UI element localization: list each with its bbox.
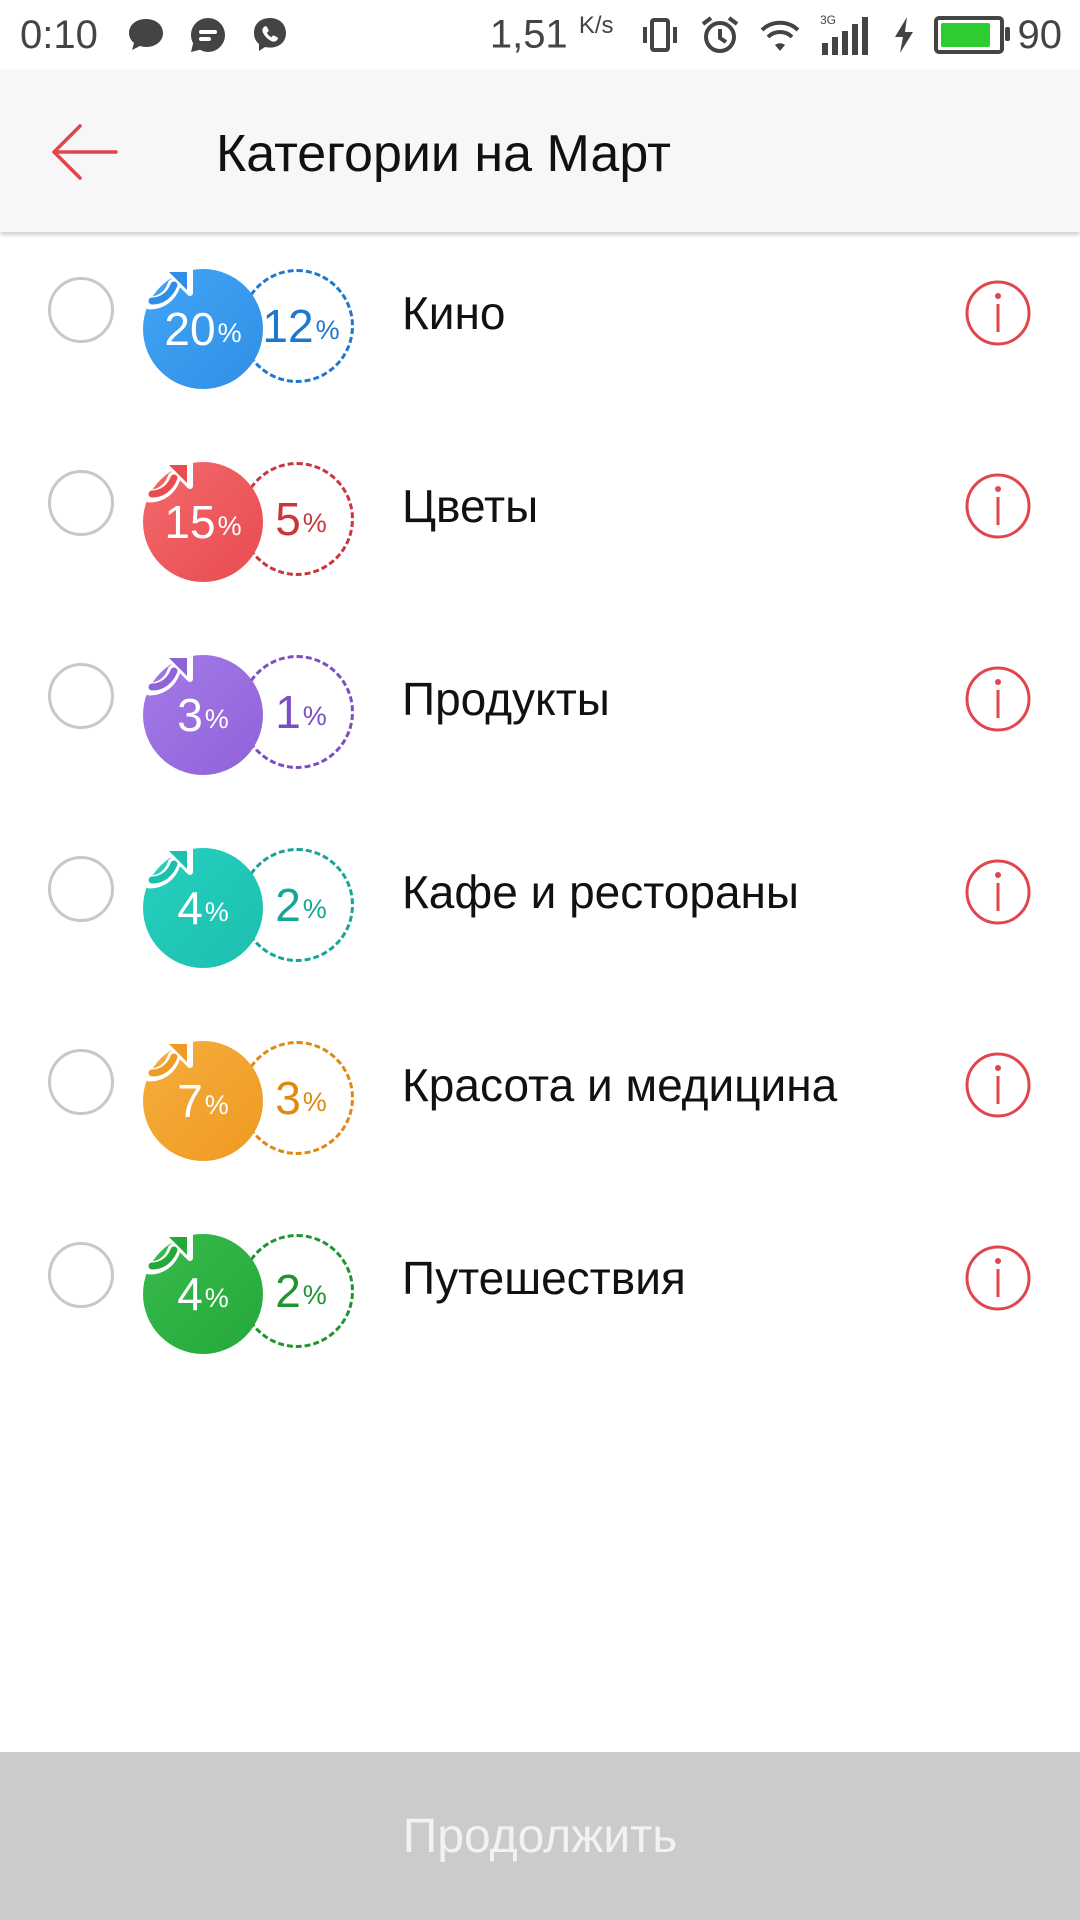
app-bar: Категории на Март	[0, 70, 1080, 232]
category-radio[interactable]	[48, 1049, 114, 1115]
cashback-badge: 3% 7%	[143, 1038, 355, 1163]
percent-sign: %	[204, 896, 229, 927]
info-icon	[965, 1052, 1031, 1118]
percent-sign: %	[302, 893, 327, 924]
chat-bubble-icon	[124, 13, 168, 57]
secondary-percent-value: 5	[275, 493, 301, 545]
trend-up-arrow-icon	[143, 652, 193, 696]
info-button[interactable]	[964, 279, 1032, 347]
secondary-percent-value: 1	[275, 686, 301, 738]
info-icon	[965, 666, 1031, 732]
category-name: Кафе и рестораны	[402, 866, 799, 918]
percent-sign: %	[302, 1086, 327, 1117]
battery-level: 90	[1017, 12, 1063, 57]
cashback-badge: 12% 20%	[143, 266, 355, 391]
info-icon	[965, 859, 1031, 925]
battery-icon	[933, 16, 1010, 54]
cashback-badge: 2% 4%	[143, 845, 355, 970]
vibrate-icon	[638, 13, 682, 57]
trend-up-arrow-icon	[143, 459, 193, 503]
percent-sign: %	[315, 314, 340, 345]
category-radio[interactable]	[48, 277, 114, 343]
secondary-percent-value: 2	[275, 1265, 301, 1317]
secondary-percent-value: 2	[275, 879, 301, 931]
percent-sign: %	[302, 507, 327, 538]
category-name: Кино	[402, 287, 506, 339]
info-button[interactable]	[964, 858, 1032, 926]
percent-sign: %	[217, 317, 242, 348]
speed-unit: K/s	[578, 12, 614, 40]
back-button[interactable]	[44, 112, 124, 192]
wifi-icon	[758, 13, 802, 57]
battery-fill	[940, 23, 991, 47]
category-name: Цветы	[402, 480, 539, 532]
category-name: Красота и медицина	[402, 1059, 838, 1111]
category-row[interactable]: 2% 4% Путешествия	[0, 1197, 1080, 1357]
category-radio[interactable]	[48, 470, 114, 536]
status-time: 0:10	[20, 12, 98, 57]
category-row[interactable]: 1% 3% Продукты	[0, 618, 1080, 778]
cellular-signal-icon: 3G	[818, 13, 874, 57]
continue-button[interactable]: Продолжить	[0, 1752, 1080, 1920]
page-title: Категории на Март	[216, 125, 671, 183]
percent-sign: %	[204, 703, 229, 734]
category-row[interactable]: 3% 7% Красота и медицина	[0, 1004, 1080, 1164]
category-radio[interactable]	[48, 663, 114, 729]
alarm-icon	[698, 13, 742, 57]
info-icon	[965, 1245, 1031, 1311]
category-row[interactable]: 5% 15% Цветы	[0, 425, 1080, 585]
secondary-percent-value: 3	[275, 1072, 301, 1124]
secondary-percent-value: 12	[262, 300, 314, 352]
charging-bolt-icon	[890, 13, 918, 57]
status-bar: 0:10 1,51 K/s 3G 90	[0, 0, 1080, 70]
cashback-badge: 5% 15%	[143, 459, 355, 584]
info-button[interactable]	[964, 1244, 1032, 1312]
category-radio[interactable]	[48, 856, 114, 922]
trend-up-arrow-icon	[143, 266, 193, 310]
speed-value: 1,51	[489, 12, 568, 57]
info-button[interactable]	[964, 1051, 1032, 1119]
network-speed: 1,51 K/s	[490, 12, 614, 57]
trend-up-arrow-icon	[143, 1231, 193, 1275]
category-row[interactable]: 12% 20% Кино	[0, 232, 1080, 392]
category-name: Путешествия	[402, 1252, 686, 1304]
percent-sign: %	[204, 1089, 229, 1120]
info-icon	[965, 280, 1031, 346]
percent-sign: %	[204, 1282, 229, 1313]
percent-sign: %	[302, 1279, 327, 1310]
network-type-label: 3G	[820, 13, 836, 27]
trend-up-arrow-icon	[143, 845, 193, 889]
message-app-icon	[186, 13, 230, 57]
category-name: Продукты	[402, 673, 610, 725]
category-radio[interactable]	[48, 1242, 114, 1308]
viber-icon	[248, 13, 292, 57]
cashback-badge: 1% 3%	[143, 652, 355, 777]
arrow-left-icon	[52, 124, 118, 180]
percent-sign: %	[302, 700, 327, 731]
percent-sign: %	[217, 510, 242, 541]
info-button[interactable]	[964, 472, 1032, 540]
info-icon	[965, 473, 1031, 539]
cashback-badge: 2% 4%	[143, 1231, 355, 1356]
info-button[interactable]	[964, 665, 1032, 733]
category-row[interactable]: 2% 4% Кафе и рестораны	[0, 811, 1080, 971]
trend-up-arrow-icon	[143, 1038, 193, 1082]
